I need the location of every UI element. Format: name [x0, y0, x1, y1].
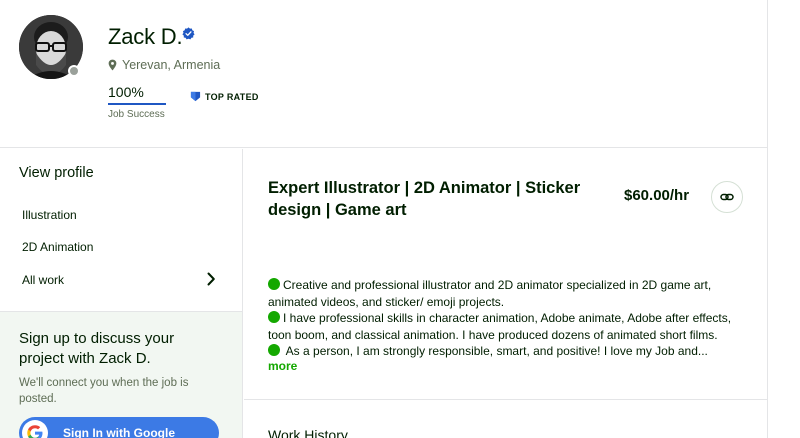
hourly-rate: $60.00/hr	[624, 187, 690, 204]
description-line: As a person, I am strongly responsible, …	[268, 343, 738, 360]
sidebar-item-all-work[interactable]: All work	[22, 273, 64, 287]
google-button-label: Sign In with Google	[63, 426, 175, 438]
green-bullet-icon	[268, 278, 280, 290]
section-divider	[244, 399, 767, 400]
signup-title: Sign up to discuss your project with Zac…	[19, 330, 175, 367]
signup-panel: Sign up to discuss your project with Zac…	[0, 311, 242, 438]
chevron-right-icon[interactable]	[205, 272, 217, 286]
job-success-bar-fill	[108, 103, 166, 105]
google-icon	[22, 420, 48, 438]
profile-header: Zack D. Yerevan, Armenia 100% Job Succes…	[0, 0, 768, 148]
profile-page: Zack D. Yerevan, Armenia 100% Job Succes…	[0, 0, 768, 438]
description-line: I have professional skills in character …	[268, 310, 738, 327]
profile-title: Expert Illustrator | 2D Animator | Stick…	[268, 179, 581, 219]
location-pin-icon	[108, 59, 117, 71]
job-success-bar	[108, 103, 166, 105]
top-rated-badge-icon	[190, 91, 201, 102]
signup-text: We'll connect you when the job is posted…	[19, 377, 189, 405]
status-indicator	[68, 65, 80, 77]
verified-icon	[182, 27, 195, 40]
page-border	[767, 0, 768, 438]
location-text: Yerevan, Armenia	[122, 58, 221, 72]
job-success-value: 100%	[108, 84, 144, 100]
link-icon	[720, 193, 734, 201]
green-bullet-icon	[268, 311, 280, 323]
top-rated-label: TOP RATED	[205, 91, 259, 102]
more-link[interactable]: more	[268, 359, 297, 373]
freelancer-name: Zack D.	[108, 24, 183, 49]
sign-in-with-google-button[interactable]: Sign In with Google	[19, 417, 219, 438]
description-line: Creative and professional illustrator an…	[268, 277, 738, 294]
work-history-heading: Work History	[268, 427, 348, 438]
view-profile-heading: View profile	[19, 165, 94, 181]
job-success-label: Job Success	[108, 109, 165, 120]
description-line: animated videos, and sticker/ emoji proj…	[268, 294, 505, 309]
profile-main: Expert Illustrator | 2D Animator | Stick…	[244, 149, 767, 438]
profile-sidebar: View profile Illustration 2D Animation A…	[0, 149, 243, 438]
top-rated-badge: TOP RATED	[190, 91, 259, 102]
profile-description: Creative and professional illustrator an…	[268, 277, 738, 360]
sidebar-item-illustration[interactable]: Illustration	[22, 208, 77, 222]
description-line: toon boom, and classical animation. I ha…	[268, 327, 718, 342]
green-bullet-icon	[268, 344, 280, 356]
sidebar-item-2d-animation[interactable]: 2D Animation	[22, 240, 93, 254]
location: Yerevan, Armenia	[108, 58, 220, 72]
copy-link-button[interactable]	[711, 181, 743, 213]
